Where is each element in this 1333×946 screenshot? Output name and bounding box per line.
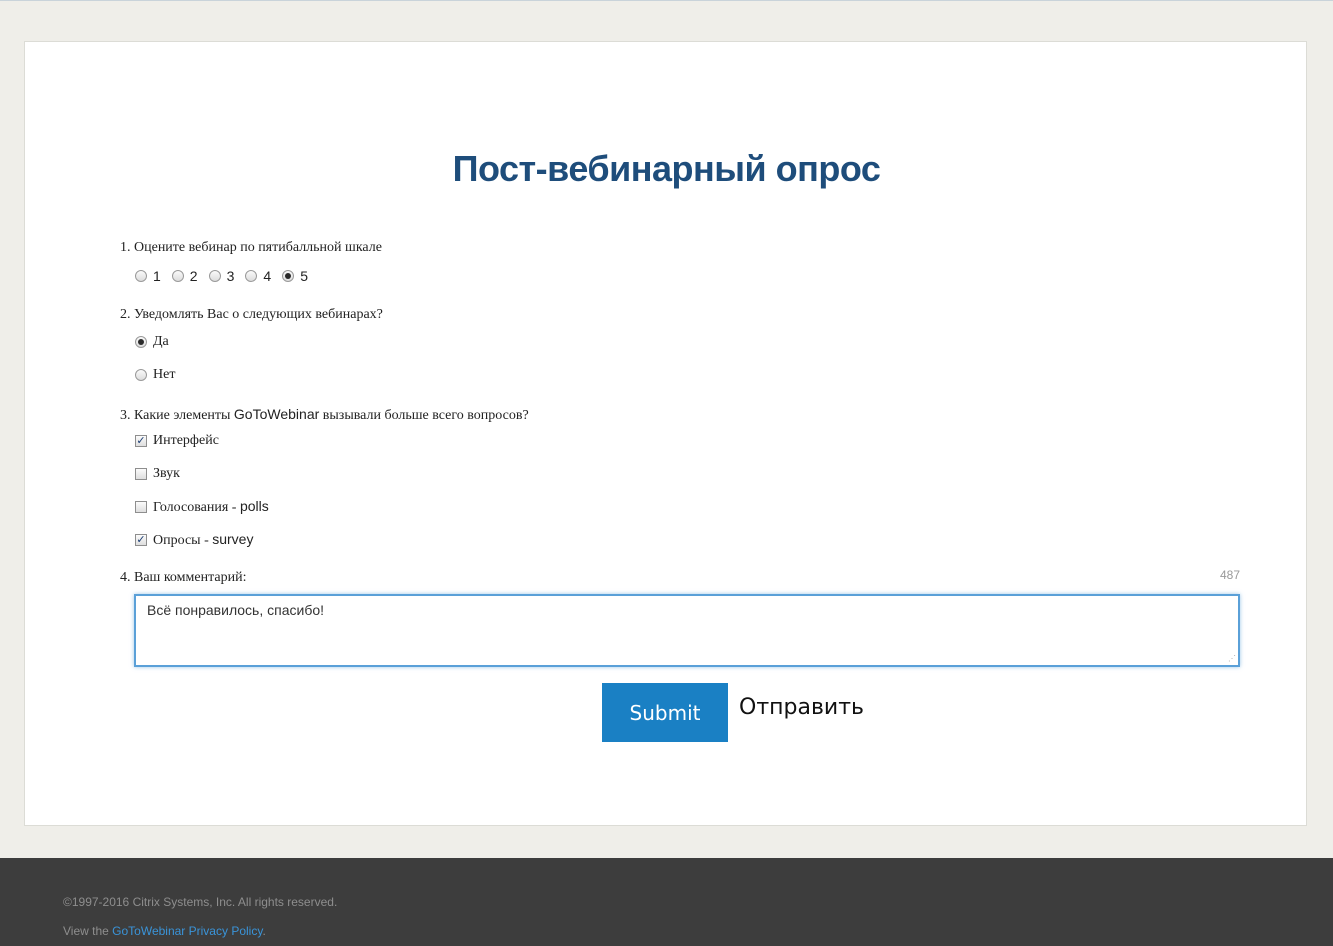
- privacy-suffix: .: [262, 924, 266, 938]
- option-label-en: survey: [212, 531, 254, 547]
- question-3-label: 3. Какие элементы GoToWebinar вызывали б…: [120, 406, 529, 424]
- checkbox[interactable]: [135, 468, 147, 480]
- radio-button-selected[interactable]: [135, 336, 147, 348]
- radio-button[interactable]: [245, 270, 258, 282]
- option-label: Звук: [153, 466, 180, 481]
- rating-option-1[interactable]: 1: [135, 268, 161, 284]
- rating-options: 1 2 3 4 5: [135, 268, 319, 284]
- top-border: [0, 0, 1333, 1]
- footer: ©1997-2016 Citrix Systems, Inc. All righ…: [0, 858, 1333, 946]
- copyright-text: ©1997-2016 Citrix Systems, Inc. All righ…: [63, 895, 338, 909]
- rating-option-5[interactable]: 5: [282, 268, 308, 284]
- question-3-prefix: 3. Какие элементы: [120, 408, 234, 423]
- rating-option-4[interactable]: 4: [245, 268, 271, 284]
- question-3-brand: GoToWebinar: [233, 406, 320, 422]
- submit-annotation: Отправить: [739, 695, 865, 720]
- question-2-label: 2. Уведомлять Вас о следующих вебинарах?: [120, 307, 383, 322]
- rating-option-3[interactable]: 3: [208, 268, 235, 284]
- submit-button[interactable]: Submit: [602, 683, 728, 742]
- comment-textarea[interactable]: Всё понравилось, спасибо!: [134, 594, 1240, 667]
- rating-label: 1: [153, 268, 161, 284]
- rating-label: 3: [226, 268, 235, 284]
- option-label: Да: [153, 334, 169, 349]
- checkbox-option-interface[interactable]: ✓ Интерфейс: [135, 433, 219, 449]
- option-label: Интерфейс: [153, 433, 219, 448]
- radio-button[interactable]: [135, 369, 147, 381]
- option-label: Нет: [153, 367, 176, 382]
- privacy-policy-link[interactable]: GoToWebinar Privacy Policy: [112, 924, 262, 938]
- rating-label: 4: [263, 268, 272, 284]
- char-counter: 487: [1219, 568, 1240, 582]
- option-label-ru: Опросы -: [153, 533, 213, 548]
- rating-label: 5: [300, 268, 308, 284]
- checkbox-checked[interactable]: ✓: [135, 435, 147, 447]
- question-4-label: 4. Ваш комментарий:: [120, 570, 247, 585]
- radio-button[interactable]: [135, 270, 147, 282]
- rating-label: 2: [189, 268, 198, 284]
- question-1-label: 1. Оцените вебинар по пятибалльной шкале: [120, 240, 382, 255]
- option-label: Опросы - survey: [153, 531, 253, 549]
- checkbox-option-polls[interactable]: Голосования - polls: [135, 498, 269, 516]
- option-label: Голосования - polls: [153, 498, 269, 516]
- checkbox-checked[interactable]: ✓: [135, 534, 147, 546]
- privacy-line: View the GoToWebinar Privacy Policy.: [63, 924, 266, 938]
- option-label-ru: Голосования -: [153, 500, 240, 515]
- resize-grip-icon[interactable]: ⋰: [1228, 655, 1236, 663]
- notify-option-yes[interactable]: Да: [135, 334, 169, 350]
- notify-option-no[interactable]: Нет: [135, 367, 175, 383]
- radio-button-selected[interactable]: [282, 270, 295, 282]
- radio-button[interactable]: [171, 270, 184, 282]
- option-label-en: polls: [239, 498, 269, 514]
- rating-option-2[interactable]: 2: [171, 268, 198, 284]
- question-3-suffix: вызывали больше всего вопросов?: [319, 408, 529, 423]
- radio-button[interactable]: [208, 270, 221, 282]
- checkbox-option-survey[interactable]: ✓ Опросы - survey: [135, 531, 253, 549]
- privacy-prefix: View the: [63, 924, 113, 938]
- checkbox-option-sound[interactable]: Звук: [135, 466, 180, 482]
- checkbox[interactable]: [135, 501, 147, 513]
- page-title: Пост-вебинарный опрос: [452, 148, 881, 189]
